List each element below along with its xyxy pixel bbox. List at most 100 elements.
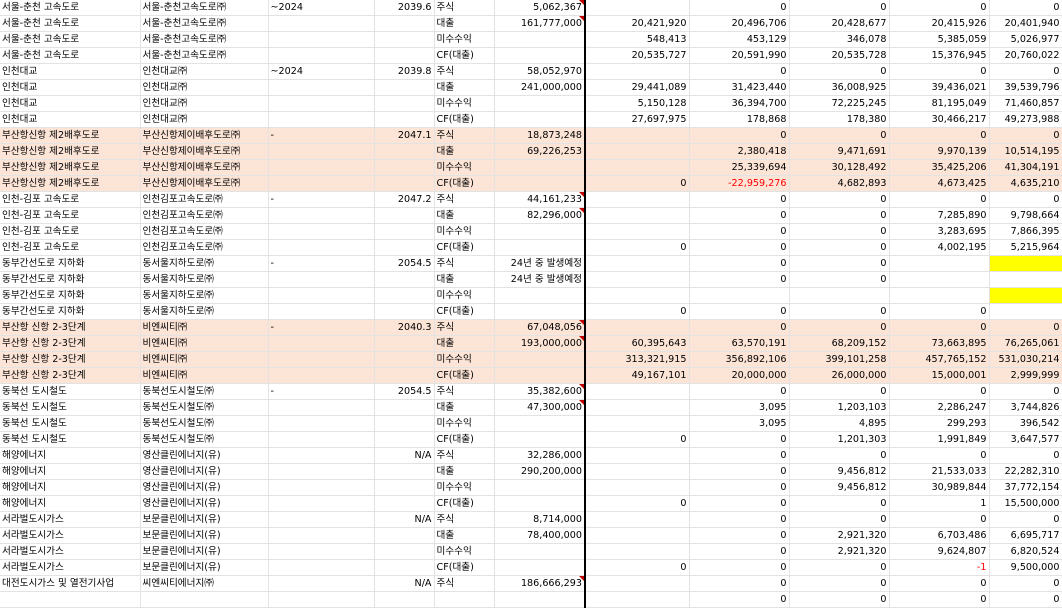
project-name-cell[interactable]: 인천-김포 고속도로 [0, 207, 141, 224]
asset-type-cell[interactable]: 주식 [434, 127, 495, 144]
period-cell[interactable] [268, 415, 375, 432]
value-cell[interactable]: 0 [989, 383, 1062, 400]
company-name-cell[interactable]: 동북선도시철도㈜ [140, 415, 269, 432]
value-cell[interactable]: 20,000,000 [689, 367, 790, 384]
project-name-cell[interactable]: 해양에너지 [0, 463, 141, 480]
value-cell[interactable]: 0 [989, 447, 1062, 464]
value-cell[interactable]: 49,273,988 [989, 111, 1062, 128]
value-cell[interactable]: 0 [989, 127, 1062, 144]
period-cell[interactable]: - [268, 383, 375, 400]
value-cell[interactable]: 5,150,128 [585, 95, 690, 112]
company-name-cell[interactable]: 부산신항제이배후도로㈜ [140, 143, 269, 160]
value-cell[interactable]: 20,421,920 [585, 15, 690, 32]
amount-cell[interactable]: 35,382,600 [494, 383, 586, 400]
value-cell[interactable]: 9,471,691 [789, 143, 890, 160]
value-cell[interactable]: 0 [689, 255, 790, 272]
period-cell[interactable]: ~2024 [268, 63, 375, 80]
asset-type-cell[interactable]: 미수수익 [434, 95, 495, 112]
value-cell[interactable]: -1 [889, 559, 990, 576]
amount-cell[interactable] [494, 479, 586, 496]
value-cell[interactable]: 20,760,022 [989, 47, 1062, 64]
value-cell[interactable]: 453,129 [689, 31, 790, 48]
asset-type-cell[interactable]: 주식 [434, 191, 495, 208]
company-name-cell[interactable]: 비엔씨티㈜ [140, 351, 269, 368]
value-cell[interactable] [585, 63, 690, 80]
value-cell[interactable]: 72,225,245 [789, 95, 890, 112]
amount-cell[interactable]: 24년 중 발생예정 [494, 255, 586, 272]
value-cell[interactable]: 1,201,303 [789, 431, 890, 448]
value-cell[interactable]: 9,456,812 [789, 479, 890, 496]
company-name-cell[interactable]: 동서울지하도로㈜ [140, 287, 269, 304]
period-cell[interactable] [268, 47, 375, 64]
value-cell[interactable] [585, 383, 690, 400]
value-cell[interactable]: 20,535,728 [789, 47, 890, 64]
asset-type-cell[interactable]: 주식 [434, 255, 495, 272]
project-name-cell[interactable]: 부산항 신항 2-3단계 [0, 367, 141, 384]
amount-cell[interactable] [494, 543, 586, 560]
value-cell[interactable]: 4,895 [789, 415, 890, 432]
value-cell[interactable]: 2,921,320 [789, 527, 890, 544]
value-cell[interactable]: 0 [789, 207, 890, 224]
maturity-cell[interactable] [374, 175, 435, 192]
value-cell[interactable]: 73,663,895 [889, 335, 990, 352]
company-name-cell[interactable]: 서울-춘천고속도로㈜ [140, 0, 269, 16]
value-cell[interactable]: 41,304,191 [989, 159, 1062, 176]
maturity-cell[interactable] [374, 527, 435, 544]
value-cell[interactable]: 9,624,807 [889, 543, 990, 560]
value-cell[interactable]: 0 [789, 591, 890, 608]
period-cell[interactable]: ~2024 [268, 0, 375, 16]
asset-type-cell[interactable]: 대출 [434, 143, 495, 160]
company-name-cell[interactable]: 인천김포고속도로㈜ [140, 223, 269, 240]
value-cell[interactable]: 20,591,990 [689, 47, 790, 64]
amount-cell[interactable] [494, 303, 586, 320]
value-cell[interactable]: 20,401,940 [989, 15, 1062, 32]
asset-type-cell[interactable]: CF(대출) [434, 431, 495, 448]
value-cell[interactable]: 4,002,195 [889, 239, 990, 256]
maturity-cell[interactable] [374, 479, 435, 496]
period-cell[interactable] [268, 271, 375, 288]
asset-type-cell[interactable]: 미수수익 [434, 287, 495, 304]
maturity-cell[interactable]: N/A [374, 575, 435, 592]
maturity-cell[interactable]: 2039.6 [374, 0, 435, 16]
project-name-cell[interactable]: 서울-춘천 고속도로 [0, 15, 141, 32]
amount-cell[interactable]: 5,062,367 [494, 0, 586, 16]
company-name-cell[interactable]: 인천대교㈜ [140, 95, 269, 112]
value-cell[interactable]: 0 [585, 175, 690, 192]
period-cell[interactable] [268, 111, 375, 128]
value-cell[interactable]: 0 [689, 63, 790, 80]
value-cell[interactable]: 0 [689, 559, 790, 576]
period-cell[interactable] [268, 591, 375, 608]
amount-cell[interactable]: 58,052,970 [494, 63, 586, 80]
period-cell[interactable] [268, 543, 375, 560]
project-name-cell[interactable]: 인천대교 [0, 95, 141, 112]
value-cell[interactable]: 9,456,812 [789, 463, 890, 480]
amount-cell[interactable]: 67,048,056 [494, 319, 586, 336]
value-cell[interactable] [585, 543, 690, 560]
company-name-cell[interactable]: 보문클린에너지(유) [140, 511, 269, 528]
maturity-cell[interactable] [374, 367, 435, 384]
period-cell[interactable]: - [268, 127, 375, 144]
value-cell[interactable]: 36,394,700 [689, 95, 790, 112]
maturity-cell[interactable] [374, 463, 435, 480]
amount-cell[interactable] [494, 559, 586, 576]
company-name-cell[interactable]: 비엔씨티㈜ [140, 319, 269, 336]
period-cell[interactable] [268, 159, 375, 176]
period-cell[interactable] [268, 495, 375, 512]
value-cell[interactable]: 7,866,395 [989, 223, 1062, 240]
value-cell[interactable]: 0 [689, 431, 790, 448]
amount-cell[interactable]: 82,296,000 [494, 207, 586, 224]
maturity-cell[interactable] [374, 159, 435, 176]
value-cell[interactable]: 60,395,643 [585, 335, 690, 352]
project-name-cell[interactable]: 부산항 신항 2-3단계 [0, 335, 141, 352]
value-cell[interactable]: 26,000,000 [789, 367, 890, 384]
value-cell[interactable]: 71,460,857 [989, 95, 1062, 112]
value-cell[interactable] [889, 271, 990, 288]
period-cell[interactable] [268, 367, 375, 384]
period-cell[interactable] [268, 15, 375, 32]
value-cell[interactable]: 0 [689, 223, 790, 240]
company-name-cell[interactable]: 서울-춘천고속도로㈜ [140, 31, 269, 48]
value-cell[interactable]: 0 [889, 591, 990, 608]
maturity-cell[interactable] [374, 591, 435, 608]
asset-type-cell[interactable]: 대출 [434, 15, 495, 32]
maturity-cell[interactable] [374, 31, 435, 48]
